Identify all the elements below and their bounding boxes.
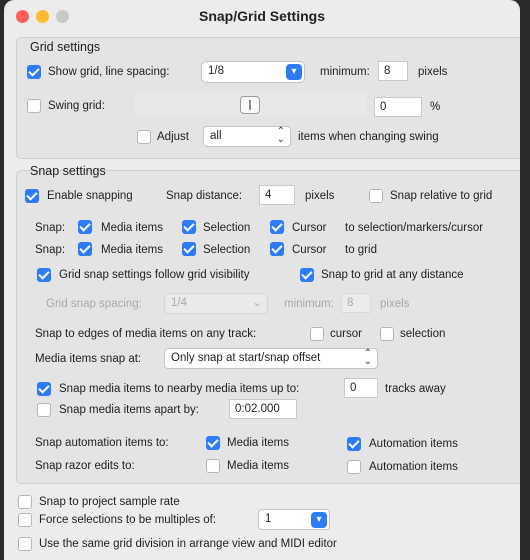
media-snap-at-value: Only snap at start/snap offset — [171, 352, 321, 364]
edges-cursor-checkbox[interactable] — [310, 327, 324, 341]
chevron-down-icon: ▾ — [286, 64, 302, 80]
follow-grid-checkbox[interactable] — [37, 268, 51, 282]
razor-media-label: Media items — [227, 460, 289, 472]
snap-row2-media-checkbox[interactable] — [78, 242, 92, 256]
apart-checkbox[interactable] — [37, 403, 51, 417]
line-spacing-value: 1/8 — [208, 65, 224, 77]
chevron-up-down-icon: ⌃ ⌄ — [276, 126, 285, 145]
force-multiples-select[interactable]: 1 ▾ — [258, 509, 330, 530]
grid-minimum-input[interactable]: 8 — [378, 61, 408, 81]
snap-distance-input[interactable]: 4 — [259, 185, 295, 205]
grid-pixels-label: pixels — [418, 66, 448, 78]
snap-distance-label: Snap distance: — [166, 190, 243, 202]
snap-relative-label: Snap relative to grid — [390, 190, 493, 202]
show-grid-label: Show grid, line spacing: — [48, 66, 170, 78]
snap-row2-suffix: to grid — [345, 244, 377, 256]
grid-snap-minimum-input[interactable]: 8 — [341, 293, 371, 313]
grid-snap-pixels-label: pixels — [380, 298, 410, 310]
title-bar: Snap/Grid Settings — [4, 0, 520, 34]
enable-snapping-checkbox[interactable] — [25, 189, 39, 203]
adjust-select[interactable]: all ⌃ ⌄ — [203, 126, 291, 147]
chevron-down-icon: ⌄ — [252, 297, 262, 309]
snap-row2-cursor-checkbox[interactable] — [270, 242, 284, 256]
show-grid-checkbox[interactable] — [27, 65, 41, 79]
snap-row2-media-label: Media items — [101, 244, 163, 256]
any-distance-label: Snap to grid at any distance — [321, 269, 464, 281]
snap-row1-media-checkbox[interactable] — [78, 220, 92, 234]
apart-label: Snap media items apart by: — [59, 404, 199, 416]
grid-snap-minimum-label: minimum: — [284, 298, 334, 310]
edges-selection-label: selection — [400, 328, 446, 340]
automation-media-checkbox[interactable] — [206, 436, 220, 450]
adjust-checkbox[interactable] — [137, 130, 151, 144]
swing-value-input[interactable]: 0 — [374, 97, 422, 117]
line-spacing-select[interactable]: 1/8 ▾ — [201, 61, 305, 83]
snap-row1-cursor-checkbox[interactable] — [270, 220, 284, 234]
snap-grid-window: Snap/Grid Settings Grid settings Show gr… — [4, 0, 520, 560]
grid-snap-spacing-value: 1/4 — [171, 297, 187, 309]
force-multiples-label: Force selections to be multiples of: — [39, 514, 217, 526]
sample-rate-checkbox[interactable] — [18, 495, 32, 509]
any-distance-checkbox[interactable] — [300, 268, 314, 282]
swing-grid-checkbox[interactable] — [27, 99, 41, 113]
razor-snap-label: Snap razor edits to: — [35, 460, 135, 472]
grid-settings-heading: Grid settings — [30, 40, 101, 54]
automation-automation-checkbox[interactable] — [347, 437, 361, 451]
nearby-input[interactable]: 0 — [344, 378, 378, 398]
snap-row2-cursor-label: Cursor — [292, 244, 327, 256]
swing-slider-thumb[interactable] — [240, 96, 260, 114]
chevron-up-down-icon: ⌃ ⌄ — [363, 348, 372, 367]
adjust-value: all — [210, 130, 222, 142]
apart-input[interactable]: 0:02.000 — [229, 399, 297, 419]
edges-cursor-label: cursor — [330, 328, 362, 340]
snap-row1-label: Snap: — [35, 222, 66, 234]
razor-automation-checkbox[interactable] — [347, 460, 361, 474]
adjust-label: Adjust — [157, 131, 189, 143]
window-title: Snap/Grid Settings — [198, 8, 325, 24]
automation-automation-label: Automation items — [369, 438, 458, 450]
snap-row2-selection-checkbox[interactable] — [182, 242, 196, 256]
snap-row2-selection-label: Selection — [203, 244, 251, 256]
same-grid-checkbox[interactable] — [18, 537, 32, 551]
edges-label: Snap to edges of media items on any trac… — [35, 328, 257, 340]
snap-row1-suffix: to selection/markers/cursor — [345, 222, 484, 234]
snap-relative-checkbox[interactable] — [369, 189, 383, 203]
nearby-checkbox[interactable] — [37, 382, 51, 396]
nearby-label: Snap media items to nearby media items u… — [59, 383, 300, 395]
chevron-down-icon: ▾ — [311, 512, 327, 528]
force-multiples-checkbox[interactable] — [18, 513, 32, 527]
sample-rate-label: Snap to project sample rate — [39, 496, 180, 508]
grid-snap-spacing-label: Grid snap spacing: — [46, 298, 142, 310]
automation-media-label: Media items — [227, 437, 289, 449]
grid-minimum-label: minimum: — [320, 66, 370, 78]
swing-percent-label: % — [430, 101, 441, 113]
nearby-suffix: tracks away — [385, 383, 446, 395]
snap-row1-cursor-label: Cursor — [292, 222, 327, 234]
snap-row1-selection-checkbox[interactable] — [182, 220, 196, 234]
snap-distance-pixels: pixels — [305, 190, 335, 202]
swing-grid-label: Swing grid: — [48, 100, 105, 112]
snap-row2-label: Snap: — [35, 244, 66, 256]
media-snap-at-select[interactable]: Only snap at start/snap offset ⌃ ⌄ — [164, 348, 378, 369]
automation-snap-label: Snap automation items to: — [35, 437, 169, 449]
snap-row1-selection-label: Selection — [203, 222, 251, 234]
media-snap-at-label: Media items snap at: — [35, 353, 142, 365]
snap-row1-media-label: Media items — [101, 222, 163, 234]
force-multiples-value: 1 — [265, 513, 272, 525]
follow-grid-label: Grid snap settings follow grid visibilit… — [59, 269, 250, 281]
same-grid-label: Use the same grid division in arrange vi… — [39, 538, 337, 550]
snap-settings-heading: Snap settings — [30, 164, 106, 178]
grid-snap-spacing-select[interactable]: 1/4 ⌄ — [164, 293, 268, 314]
razor-automation-label: Automation items — [369, 461, 458, 473]
edges-selection-checkbox[interactable] — [380, 327, 394, 341]
razor-media-checkbox[interactable] — [206, 459, 220, 473]
adjust-suffix-label: items when changing swing — [298, 131, 439, 143]
enable-snapping-label: Enable snapping — [47, 190, 133, 202]
